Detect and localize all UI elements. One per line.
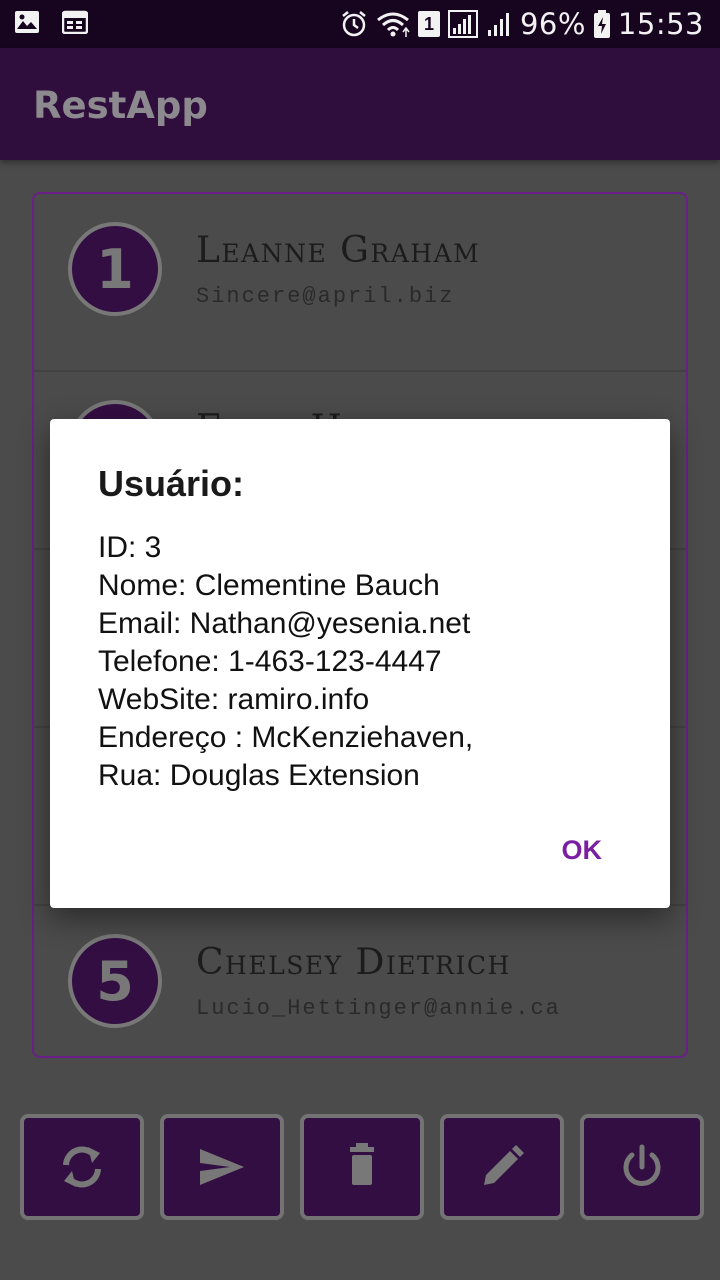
action-bar [20,1114,704,1220]
app-bar: RestApp [0,48,720,160]
status-bar: 1 96% 15:53 [0,0,720,48]
user-email: Lucio_Hettinger@annie.ca [196,996,561,1021]
ok-button[interactable]: OK [562,835,603,866]
user-name: Leanne Graham [196,230,481,271]
dialog-street-line: Rua: Douglas Extension [98,759,420,792]
pencil-icon [484,1145,524,1185]
trash-icon [350,1143,374,1185]
battery-charging-icon [593,10,610,38]
app-title: RestApp [33,84,208,127]
dialog-title: Usuário: [98,463,245,504]
calendar-icon [62,10,88,34]
dialog-name-line: Nome: Clementine Bauch [98,569,440,602]
user-id-avatar: 5 [68,934,162,1028]
dialog-id-line: ID: 3 [98,531,162,564]
dialog-message: ID: 3 Nome: Clementine Bauch Email: Nath… [98,529,473,795]
battery-percent: 96% [519,7,586,41]
dialog-address-line: Endereço : McKenziehaven, [98,721,474,754]
refresh-button[interactable] [20,1114,144,1220]
user-name: Chelsey Dietrich [196,942,511,983]
refresh-icon [63,1146,101,1188]
user-id-avatar: 1 [68,222,162,316]
image-icon [15,11,39,33]
user-details-dialog: Usuário: ID: 3 Nome: Clementine Bauch Em… [50,419,670,908]
send-icon [200,1149,244,1185]
dialog-email-line: Email: Nathan@yesenia.net [98,607,471,640]
power-icon [623,1144,661,1186]
list-item[interactable]: 5 Chelsey Dietrich Lucio_Hettinger@annie… [34,906,686,1056]
user-email: Sincere@april.biz [196,284,455,309]
dialog-phone-line: Telefone: 1-463-123-4447 [98,645,442,678]
dialog-website-line: WebSite: ramiro.info [98,683,370,716]
list-item[interactable]: 1 Leanne Graham Sincere@april.biz [34,194,686,372]
clock: 15:53 [617,7,704,41]
alarm-icon [342,11,366,37]
sim-icon: 1 [417,11,440,37]
signal-2-icon [487,13,509,36]
edit-button[interactable] [440,1114,564,1220]
delete-button[interactable] [300,1114,424,1220]
send-button[interactable] [160,1114,284,1220]
wifi-icon [377,12,410,37]
signal-icon [447,10,478,38]
power-button[interactable] [580,1114,704,1220]
